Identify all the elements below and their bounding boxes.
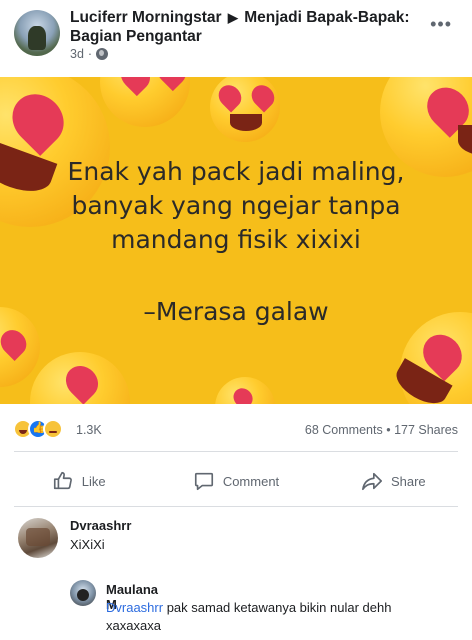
quote-line: mandang fisik xixixi (111, 225, 361, 254)
mention-link[interactable]: Dvraashrr (106, 600, 163, 615)
globe-icon (96, 48, 109, 60)
reaction-count[interactable]: 1.3K (76, 423, 102, 437)
more-options-icon[interactable]: ••• (430, 14, 452, 35)
reactions-bar: 1.3K 68 Comments • 177 Shares (0, 415, 472, 443)
shares-count[interactable]: 177 Shares (394, 423, 458, 437)
divider (14, 451, 458, 452)
share-label: Share (390, 473, 426, 489)
thumbs-up-icon (53, 471, 72, 490)
divider (14, 506, 458, 507)
commenter-avatar[interactable] (18, 518, 58, 558)
post-stats: 68 Comments • 177 Shares (304, 423, 458, 437)
quote-line: Enak yah pack jadi maling, (67, 157, 405, 186)
post-title: Luciferr Morningstar ▶ Menjadi Bapak-Bap… (70, 8, 410, 46)
comment-label: Comment (222, 473, 280, 489)
like-button[interactable]: Like (0, 462, 157, 500)
heart-eyes-emoji (100, 77, 192, 127)
share-icon (361, 472, 382, 491)
image-signature: –Merasa galaw (143, 297, 329, 326)
post-image[interactable]: Enak yah pack jadi maling, banyak yang n… (0, 77, 472, 404)
comment-text: Dvraashrr pak samad ketawanya bikin nula… (106, 600, 392, 633)
quote-line: banyak yang ngejar tanpa (71, 191, 401, 220)
heart-eyes-emoji (215, 377, 275, 404)
author-avatar[interactable] (14, 10, 60, 56)
heart-eyes-emoji (30, 352, 130, 404)
image-quote: Enak yah pack jadi maling, banyak yang n… (0, 155, 472, 257)
post-meta: 3d · (70, 47, 109, 61)
commenter-avatar[interactable] (70, 580, 96, 606)
comment-text: XiXiXi (70, 537, 105, 552)
heart-eyes-emoji (210, 77, 280, 142)
share-button[interactable]: Share (315, 462, 472, 500)
author-name[interactable]: Luciferr Morningstar (70, 9, 222, 26)
reaction-icons[interactable] (13, 419, 63, 439)
post-time[interactable]: 3d (70, 47, 84, 61)
sad-icon (43, 419, 63, 439)
commenter-name[interactable]: Dvraashrr (70, 518, 131, 533)
post-header: Luciferr Morningstar ▶ Menjadi Bapak-Bap… (0, 0, 472, 76)
like-label: Like (81, 473, 106, 489)
post-actions: Like Comment Share (0, 462, 472, 500)
arrow-right-icon: ▶ (227, 10, 238, 25)
comments-count[interactable]: 68 Comments (305, 423, 383, 437)
comment-button[interactable]: Comment (157, 462, 314, 500)
comment-icon (194, 472, 213, 491)
